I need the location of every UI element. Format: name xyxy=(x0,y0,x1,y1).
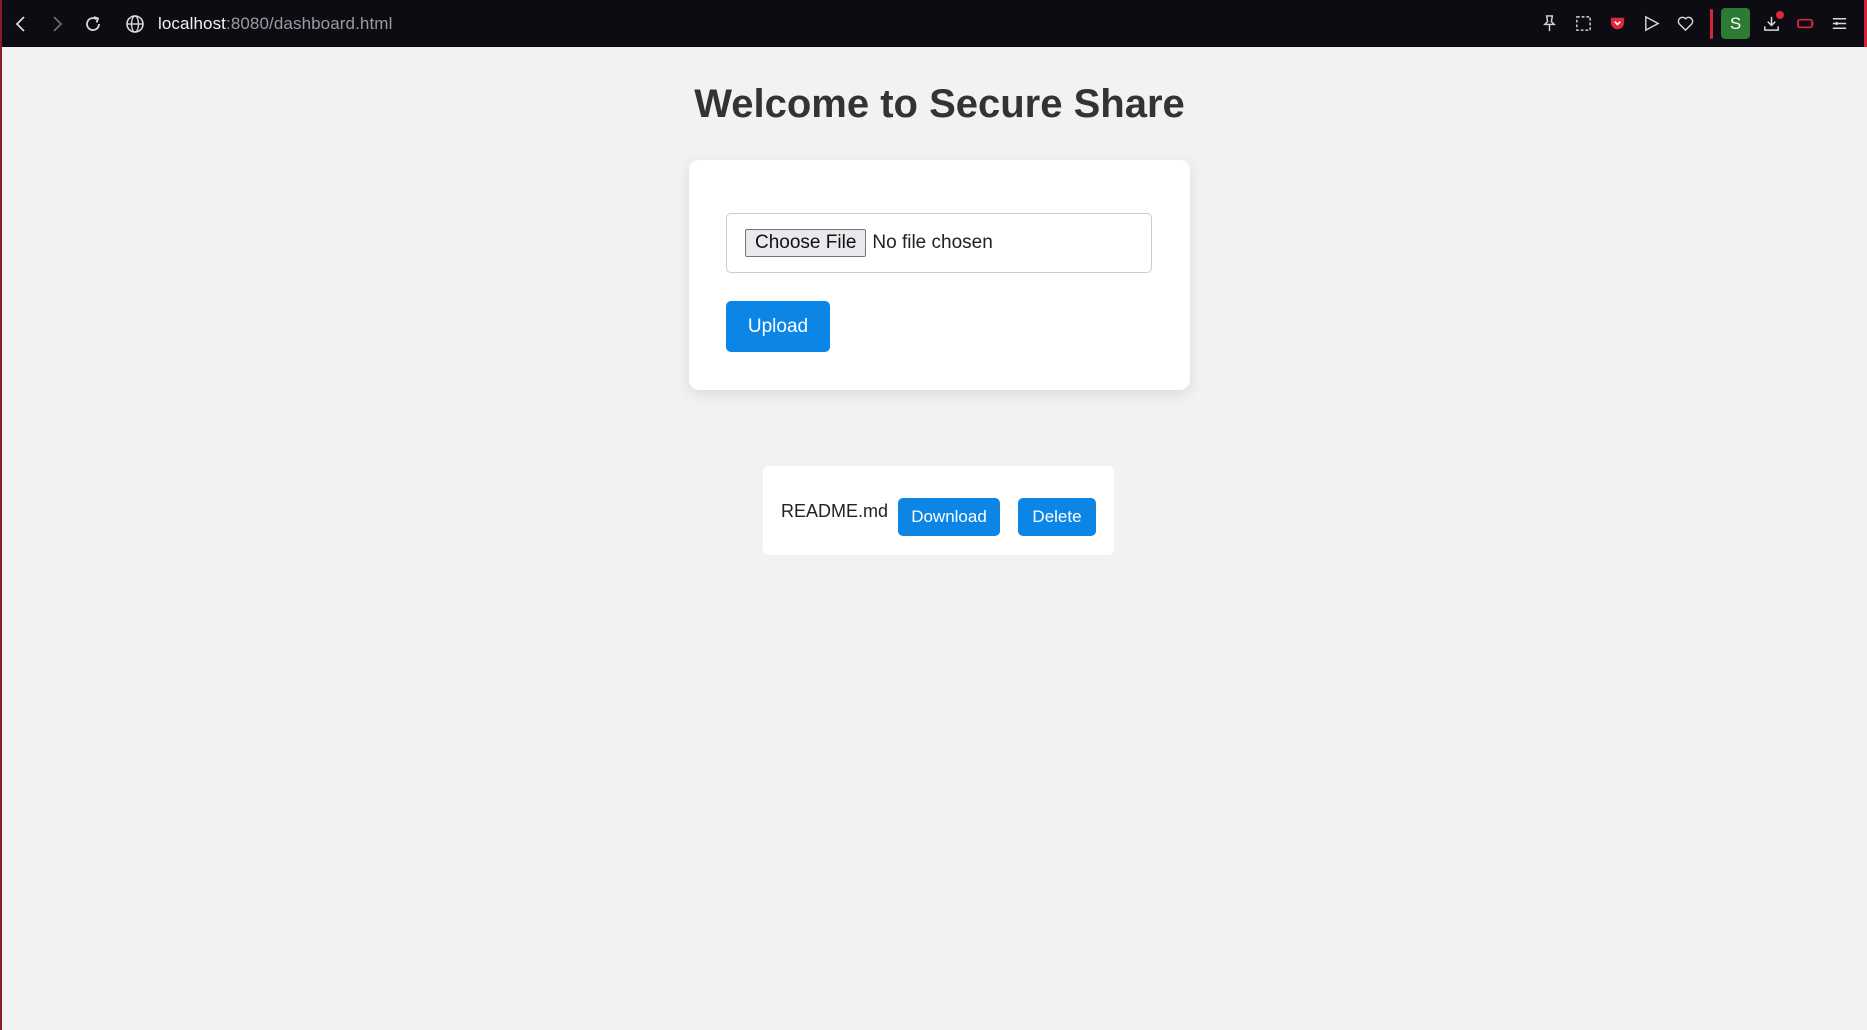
forward-button[interactable] xyxy=(40,7,74,41)
back-button[interactable] xyxy=(4,7,38,41)
delete-button[interactable]: Delete xyxy=(1018,498,1096,536)
toolbar-divider xyxy=(1710,8,1713,39)
url-host: localhost xyxy=(158,13,226,33)
heart-icon xyxy=(1677,16,1693,32)
reload-icon xyxy=(86,15,100,31)
pocket-icon xyxy=(1610,17,1624,30)
globe-icon xyxy=(126,14,144,33)
browser-window: localhost:8080/dashboard.html S Welcome … xyxy=(0,0,1867,1030)
upload-card: Choose File No file chosen Upload xyxy=(689,160,1190,390)
pocket-button[interactable] xyxy=(1600,7,1634,41)
file-status-text: No file chosen xyxy=(872,232,993,253)
screenshot-icon xyxy=(1575,16,1591,31)
url-path: :8080/dashboard.html xyxy=(226,13,393,33)
page-title: Welcome to Secure Share xyxy=(694,82,1185,126)
download-button[interactable]: Download xyxy=(898,498,1000,536)
menu-button[interactable] xyxy=(1822,7,1856,41)
browser-toolbar: localhost:8080/dashboard.html S xyxy=(2,0,1867,47)
choose-file-button[interactable]: Choose File xyxy=(745,229,867,257)
address-bar[interactable]: localhost:8080/dashboard.html xyxy=(158,14,392,34)
upload-button[interactable]: Upload xyxy=(726,301,830,352)
favorite-button[interactable] xyxy=(1668,7,1702,41)
pin-button[interactable] xyxy=(1532,7,1566,41)
profile-avatar[interactable]: S xyxy=(1721,8,1750,39)
pin-icon xyxy=(1542,15,1556,32)
file-input[interactable]: Choose File No file chosen xyxy=(726,213,1152,273)
menu-icon xyxy=(1832,17,1846,30)
file-list-item: README.md Download Delete xyxy=(763,466,1114,555)
send-icon xyxy=(1644,15,1660,32)
toolbar-actions: S xyxy=(1532,0,1867,47)
battery-button[interactable] xyxy=(1788,7,1822,41)
downloads-button[interactable] xyxy=(1754,7,1788,41)
forward-icon xyxy=(53,15,63,32)
send-button[interactable] xyxy=(1634,7,1668,41)
file-name: README.md xyxy=(781,501,889,521)
site-info-button[interactable] xyxy=(122,11,148,37)
back-icon xyxy=(15,15,25,32)
reload-button[interactable] xyxy=(76,7,110,41)
battery-icon xyxy=(1796,18,1814,29)
notification-dot xyxy=(1776,10,1784,19)
screenshot-button[interactable] xyxy=(1566,7,1600,41)
